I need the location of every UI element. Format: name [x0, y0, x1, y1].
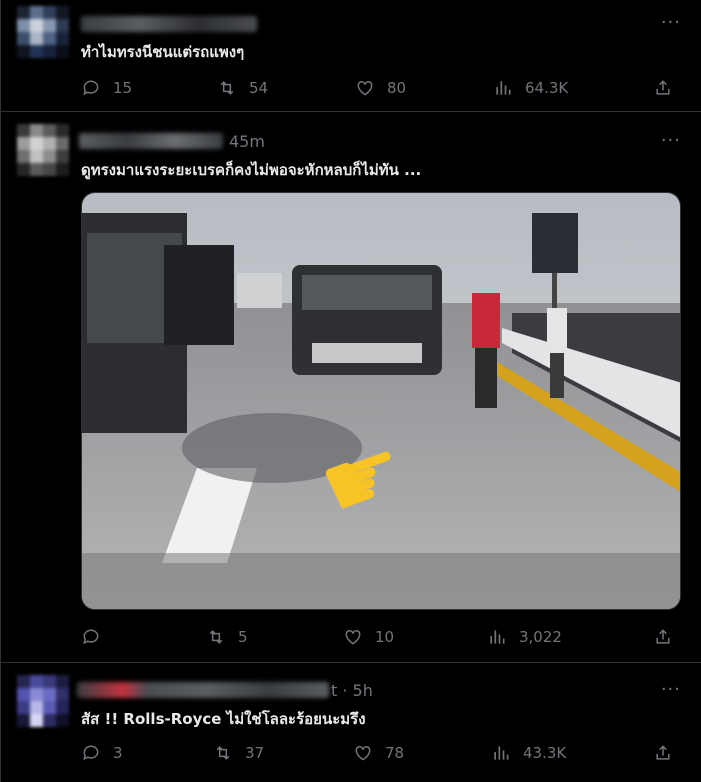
views-count: 3,022	[519, 628, 562, 646]
video-thumbnail[interactable]: ☛	[81, 192, 681, 610]
tweet-text: ทำไมทรงนีชนแต่รถแพงๆ	[81, 43, 245, 61]
like-count: 10	[375, 628, 395, 646]
like-count: 78	[385, 744, 405, 762]
views-count: 43.3K	[523, 744, 567, 762]
more-icon[interactable]: ···	[661, 12, 681, 33]
avatar[interactable]	[17, 124, 69, 176]
views-icon	[490, 630, 505, 644]
views-count: 64.3K	[525, 79, 569, 97]
retweet-button[interactable]: 37	[213, 741, 264, 765]
like-icon	[345, 629, 361, 645]
reply-button[interactable]	[81, 625, 113, 649]
road-scene-image	[82, 193, 680, 609]
reply-count: 3	[113, 744, 123, 762]
views-icon	[494, 746, 509, 760]
reply-count: 15	[113, 79, 133, 97]
like-button[interactable]: 80	[355, 76, 406, 100]
reply-icon	[83, 745, 99, 761]
timestamp[interactable]: 45m	[229, 132, 265, 151]
reply-icon	[83, 629, 99, 645]
views-button[interactable]: 64.3K	[493, 76, 568, 100]
reply-icon	[83, 80, 99, 96]
reply-button[interactable]: 3	[81, 741, 123, 765]
share-button[interactable]	[653, 741, 673, 765]
action-bar: 5 10 3,022	[81, 625, 681, 649]
like-count: 80	[387, 79, 407, 97]
username-blurred[interactable]	[81, 16, 257, 32]
like-button[interactable]: 78	[353, 741, 404, 765]
share-icon	[656, 629, 670, 644]
share-icon	[656, 80, 670, 95]
share-icon	[656, 745, 670, 760]
action-bar: 15 54 80 64.3K	[81, 76, 681, 100]
retweet-count: 5	[238, 628, 248, 646]
tweet-text: สัส !! Rolls-Royce ไม่ใช่โลละร้อยนะมรึง	[81, 710, 366, 728]
views-icon	[496, 81, 511, 95]
reply-button[interactable]: 15	[81, 76, 132, 100]
like-icon	[357, 80, 373, 96]
username-blurred[interactable]	[77, 682, 329, 698]
tweet-text: ดูทรงมาแรงระยะเบรคก็คงไม่พอจะหักหลบก็ไม่…	[81, 161, 422, 179]
timestamp[interactable]: t · 5h	[331, 681, 373, 700]
retweet-button[interactable]: 54	[217, 76, 268, 100]
username-blurred[interactable]	[79, 133, 223, 149]
more-icon[interactable]: ···	[661, 130, 681, 151]
retweet-button[interactable]: 5	[206, 625, 248, 649]
retweet-count: 54	[249, 79, 269, 97]
more-icon[interactable]: ···	[661, 679, 681, 700]
action-bar: 3 37 78 43.3K	[81, 741, 681, 765]
views-button[interactable]: 43.3K	[491, 741, 566, 765]
retweet-icon	[209, 630, 223, 644]
tweet-3[interactable]: t · 5h ··· สัส !! Rolls-Royce ไม่ใช่โลละ…	[0, 663, 701, 782]
retweet-icon	[220, 81, 234, 95]
tweet-1[interactable]: ··· ทำไมทรงนีชนแต่รถแพงๆ 15 54 80 64.3K	[0, 0, 701, 112]
share-button[interactable]	[653, 625, 673, 649]
retweet-icon	[216, 746, 230, 760]
retweet-count: 37	[245, 744, 265, 762]
avatar[interactable]	[17, 675, 69, 727]
views-button[interactable]: 3,022	[487, 625, 562, 649]
avatar[interactable]	[17, 6, 69, 58]
like-icon	[355, 745, 371, 761]
tweet-2[interactable]: 45m ··· ดูทรงมาแรงระยะเบรคก็คงไม่พอจะหัก…	[0, 112, 701, 663]
share-button[interactable]	[653, 76, 673, 100]
like-button[interactable]: 10	[343, 625, 394, 649]
